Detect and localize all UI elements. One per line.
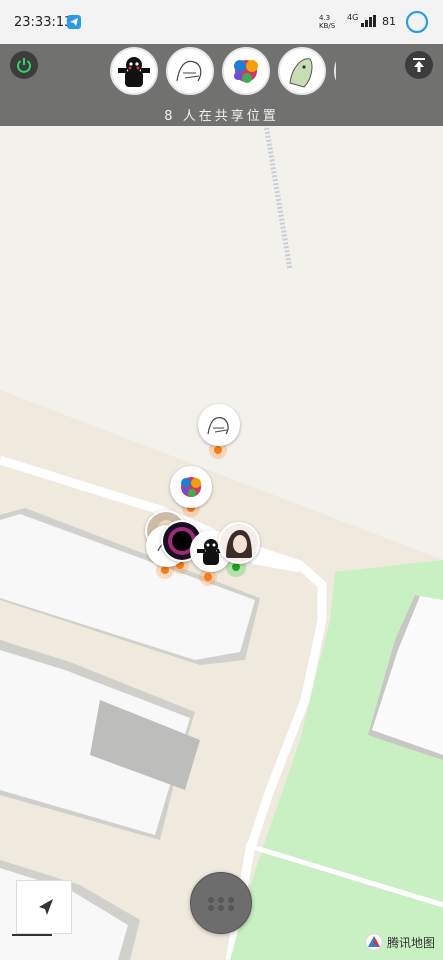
location-dot [204,573,212,581]
scroll-top-button[interactable] [405,51,433,79]
status-bar: 23:33:13 4.3 KB/S 4G 81 [0,0,443,44]
location-arrow-icon [39,899,53,915]
map-provider-logo: 腾讯地图 [365,932,435,952]
location-dot [214,446,222,454]
menu-button[interactable] [190,872,252,934]
fish-avatar[interactable] [278,47,326,95]
location-dot [161,566,169,574]
signal-icon [361,15,376,27]
tencent-map-icon [365,933,383,951]
scale-bar [12,934,52,936]
power-icon [17,58,31,73]
status-right: 4.3 KB/S 4G 81 [319,10,429,34]
sketch-avatar[interactable] [166,47,214,95]
battery-ring-icon [405,10,429,34]
anime-girl-icon [220,524,258,562]
fish-icon [280,49,324,93]
sketch-icon [200,406,238,444]
color-splash-marker[interactable] [170,466,212,508]
partial-avatar[interactable] [334,47,336,95]
sharing-count-text: 8 人在共享位置 [164,109,279,124]
color-splash-avatar[interactable] [222,47,270,95]
sketch-icon [168,49,212,93]
power-button[interactable] [10,51,38,79]
map[interactable] [0,0,443,960]
share-header: 8 人在共享位置 [0,44,443,126]
color-splash-icon [172,468,210,506]
status-time: 23:33:13 [14,15,73,30]
locate-button[interactable] [16,880,72,934]
map-provider-text: 腾讯地图 [386,935,435,950]
kumamon-icon [112,49,156,93]
anime-girl-marker[interactable] [218,522,260,564]
avatar-strip[interactable] [110,47,336,95]
battery-level: 81 [382,15,396,28]
network-speed: 4.3 KB/S [319,14,336,30]
telegram-icon [67,15,81,29]
location-dot-green [232,563,240,571]
sketch-marker[interactable] [198,404,240,446]
screen: 腾讯地图 23:33:13 4.3 KB/S 4G 81 8 人在共享位置 [0,0,443,960]
kumamon-avatar[interactable] [110,47,158,95]
scroll-to-top-icon [413,58,425,72]
color-splash-icon [224,49,268,93]
signal-label: 4G [347,13,359,22]
